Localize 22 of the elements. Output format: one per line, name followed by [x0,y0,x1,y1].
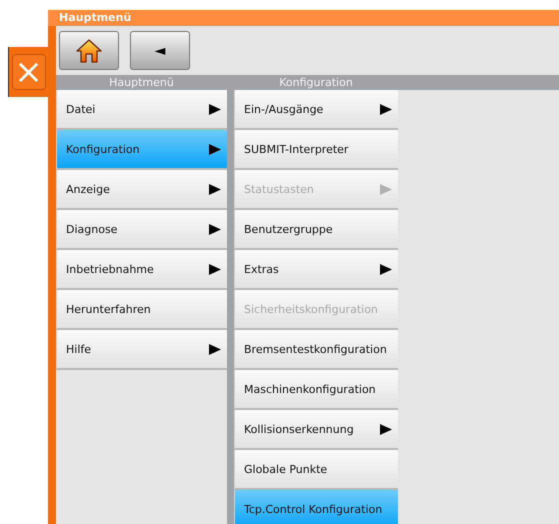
menu-item[interactable]: Konfiguration [56,130,227,170]
window-title: Hauptmenü [48,10,559,26]
menu-item[interactable]: Benutzergruppe [234,210,398,250]
menu-item[interactable]: SUBMIT-Interpreter [234,130,398,170]
home-icon [76,38,102,62]
menu-item[interactable]: Tcp.Control Konfiguration [234,490,398,524]
menu-item[interactable]: Maschinenkonfiguration [234,370,398,410]
menu-item[interactable]: Bremsentestkonfiguration [234,330,398,370]
back-button[interactable]: ◄ [130,31,190,70]
column-header: Hauptmenü [56,75,227,90]
menu-item[interactable]: Herunterfahren [56,290,227,330]
menu-item[interactable]: Hilfe [56,330,227,370]
column-header: Konfiguration [234,75,398,90]
menu-item[interactable]: Diagnose [56,210,227,250]
menu-item[interactable]: Ein-/Ausgänge [234,90,398,130]
menu-item[interactable]: Globale Punkte [234,450,398,490]
home-button[interactable] [59,31,119,70]
menu-item[interactable]: Inbetriebnahme [56,250,227,290]
menu-item[interactable]: Anzeige [56,170,227,210]
menu-item[interactable]: Datei [56,90,227,130]
menu-item[interactable]: Kollisionserkennung [234,410,398,450]
menu-item[interactable]: Extras [234,250,398,290]
